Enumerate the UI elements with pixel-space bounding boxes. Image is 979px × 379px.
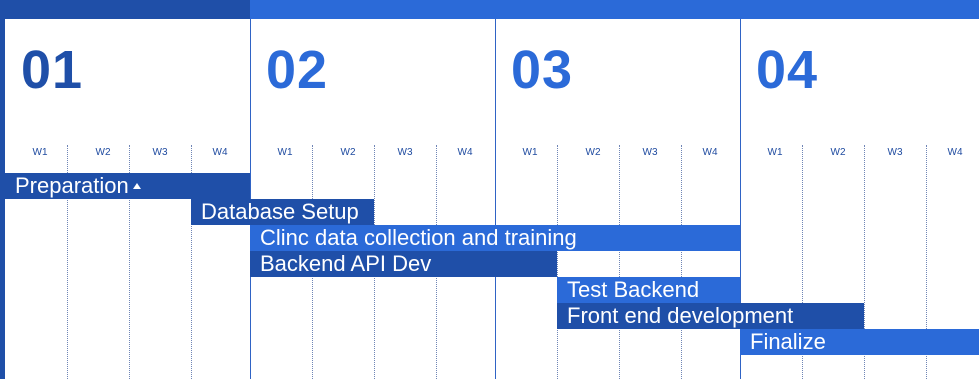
week-label: W4	[947, 147, 963, 158]
task-label: Database Setup	[201, 199, 359, 224]
month-number: 03	[511, 40, 574, 100]
month-number: 04	[756, 40, 819, 100]
month-header-bar	[740, 0, 979, 19]
task-label: Preparation	[15, 173, 129, 198]
week-label: W4	[702, 147, 718, 158]
week-label: W4	[457, 147, 473, 158]
week-label: W2	[585, 147, 601, 158]
task-label: Test Backend	[567, 277, 700, 302]
week-label: W1	[277, 147, 293, 158]
week-label: W3	[152, 147, 168, 158]
month-header-bar	[0, 0, 250, 19]
month-header-bar	[250, 0, 495, 19]
month-header-bar	[495, 0, 740, 19]
week-label: W3	[397, 147, 413, 158]
month-number: 02	[266, 40, 329, 100]
gantt-chart: 01 W1 W2 W3 W4 02 W1 W2 W3 W4 03 W1 W2 W3 W4 04 W1 W2 W3 W4…	[0, 0, 979, 379]
task-label: Clinc data collection and training	[260, 225, 577, 250]
week-label: W3	[887, 147, 903, 158]
caret-up-icon	[132, 183, 141, 189]
week-grid-line	[557, 145, 558, 379]
week-label: W2	[95, 147, 111, 158]
week-grid-line	[681, 145, 682, 379]
week-label: W4	[212, 147, 228, 158]
week-label: W1	[522, 147, 538, 158]
month-number: 01	[21, 40, 84, 100]
task-label: Backend API Dev	[260, 251, 432, 276]
month-divider	[495, 19, 496, 379]
task-label: Finalize	[750, 329, 826, 354]
week-label: W3	[642, 147, 658, 158]
week-label: W2	[830, 147, 846, 158]
week-label: W1	[32, 147, 48, 158]
week-label: W1	[767, 147, 783, 158]
task-label: Front end development	[567, 303, 794, 328]
week-grid-line	[619, 145, 620, 379]
week-label: W2	[340, 147, 356, 158]
